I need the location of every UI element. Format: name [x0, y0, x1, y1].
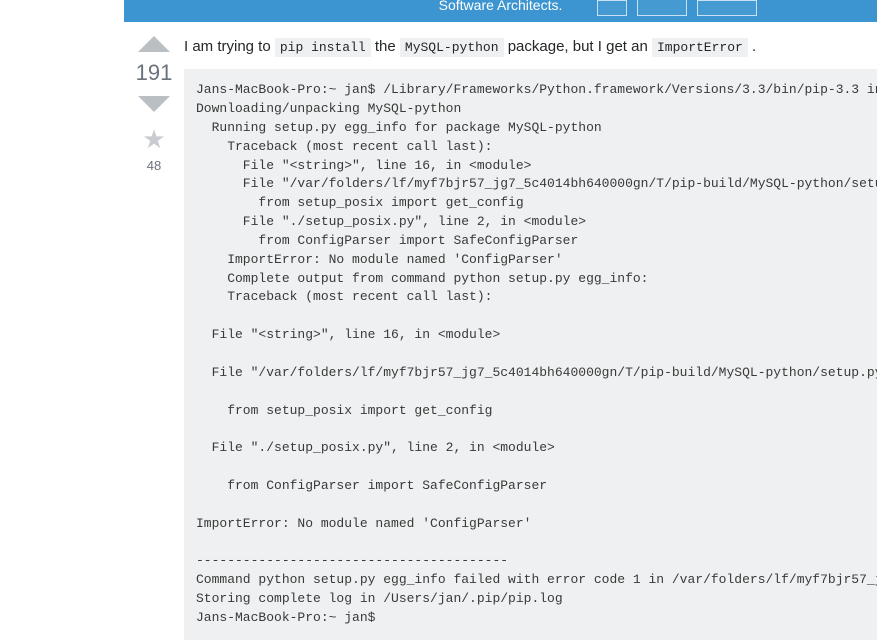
q-t4: . [752, 38, 756, 55]
q-code-2: MySQL-python [400, 38, 504, 57]
terminal-output[interactable]: Jans-MacBook-Pro:~ jan$ /Library/Framewo… [184, 69, 877, 639]
favorite-count: 48 [124, 158, 184, 173]
banner-art [597, 0, 797, 22]
q-code-3: ImportError [652, 38, 748, 57]
vote-column: 191 ★ 48 [124, 36, 184, 173]
q-t2: the [375, 38, 400, 55]
q-t1: I am trying to [184, 38, 275, 55]
upvote-icon[interactable] [138, 36, 170, 52]
vote-score: 191 [124, 60, 184, 86]
post-layout: 191 ★ 48 I am trying to pip install the … [0, 22, 877, 644]
banner-text: Software Architects. [439, 0, 563, 10]
post-body: I am trying to pip install the MySQL-pyt… [184, 36, 877, 644]
downvote-icon[interactable] [138, 96, 170, 112]
question-text: I am trying to pip install the MySQL-pyt… [184, 36, 877, 57]
favorite-star-icon[interactable]: ★ [124, 126, 184, 152]
q-code-1: pip install [275, 38, 371, 57]
q-t3: package, but I get an [508, 38, 652, 55]
ad-banner[interactable]: Software Architects. [124, 0, 877, 22]
